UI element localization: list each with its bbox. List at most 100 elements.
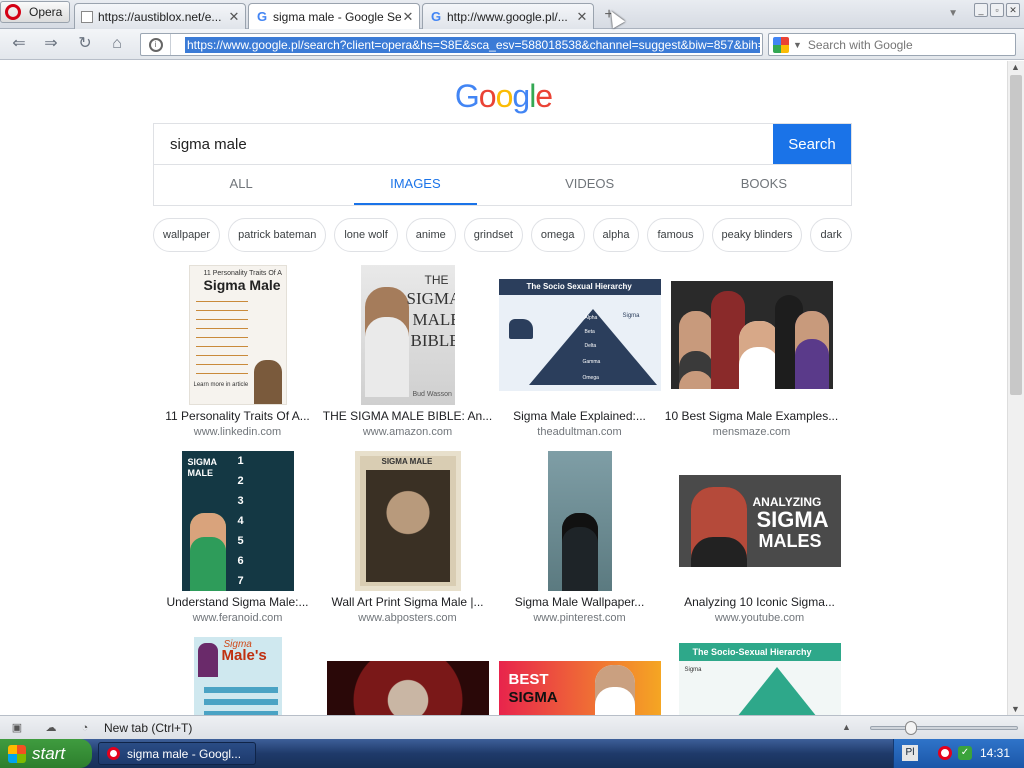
result-title[interactable]: THE SIGMA MALE BIBLE: An... (320, 409, 495, 423)
start-label: start (32, 743, 66, 763)
thumbnail-caption: SIGMA (187, 457, 218, 467)
chip-omega[interactable]: omega (530, 218, 585, 252)
image-result[interactable]: BEST SIGMA (492, 661, 667, 715)
result-source[interactable]: mensmaze.com (664, 426, 839, 438)
result-thumbnail[interactable]: BEST SIGMA (498, 661, 661, 715)
start-button[interactable]: start (0, 739, 92, 768)
taskbar-item-opera[interactable]: sigma male - Googl... (98, 742, 256, 765)
chip-famous[interactable]: famous (647, 218, 704, 252)
browser-search-box[interactable]: ▼ (768, 33, 1016, 56)
image-result[interactable] (320, 661, 495, 715)
thumbnail-caption: Sigma (684, 667, 702, 673)
result-source[interactable]: www.abposters.com (320, 612, 495, 624)
result-thumbnail[interactable]: THE SIGMA MALE BIBLE Bud Wasson (360, 265, 455, 405)
image-result[interactable]: ANALYZING SIGMA MALES Analyzing 10 Iconi… (672, 475, 847, 624)
image-result[interactable]: Sigma Male Wallpaper... www.pinterest.co… (492, 451, 667, 624)
tab-list-chevron-icon[interactable]: ▼ (948, 8, 958, 19)
google-search-button[interactable]: Search (773, 124, 851, 164)
language-indicator[interactable]: Pl (902, 745, 918, 761)
result-thumbnail[interactable]: SIGMA MALE (354, 451, 461, 591)
result-source[interactable]: theadultman.com (492, 426, 667, 438)
opera-tray-icon[interactable] (938, 746, 952, 760)
result-source[interactable]: www.amazon.com (320, 426, 495, 438)
result-thumbnail[interactable]: The Socio Sexual Hierarchy Alpha Beta De… (498, 279, 661, 391)
image-result[interactable]: 11 Personality Traits Of A Sigma Male Le… (150, 265, 325, 438)
browser-tab-3[interactable]: G http://www.google.pl/... ✕ (422, 3, 594, 29)
result-thumbnail[interactable]: SIGMA MALE 1 2 3 4 5 6 7 (181, 451, 294, 591)
tab-books[interactable]: BOOKS (677, 164, 851, 205)
result-thumbnail[interactable]: Sigma Male's (193, 637, 282, 715)
result-title[interactable]: Wall Art Print Sigma Male |... (320, 595, 495, 609)
result-title[interactable]: 11 Personality Traits Of A... (150, 409, 325, 423)
opera-menu-button[interactable]: Opera (0, 1, 70, 23)
result-source[interactable]: www.pinterest.com (492, 612, 667, 624)
scroll-down-icon[interactable]: ▼ (1011, 704, 1020, 714)
zoom-slider-handle[interactable] (905, 721, 917, 735)
result-title[interactable]: Sigma Male Explained:... (492, 409, 667, 423)
image-result[interactable]: SIGMA MALE Wall Art Print Sigma Male |..… (320, 451, 495, 624)
result-thumbnail[interactable] (670, 281, 833, 389)
cloud-icon[interactable]: ☁ (44, 721, 58, 735)
result-source[interactable]: www.linkedin.com (150, 426, 325, 438)
site-info-button[interactable]: i (141, 34, 171, 55)
result-thumbnail[interactable] (547, 451, 612, 591)
image-result[interactable]: The Socio-Sexual Hierarchy Sigma (672, 643, 847, 715)
back-button[interactable]: ⇐ (8, 34, 30, 54)
result-thumbnail[interactable] (326, 661, 489, 715)
image-result[interactable]: 10 Best Sigma Male Examples... mensmaze.… (664, 281, 839, 438)
result-title[interactable]: Sigma Male Wallpaper... (492, 595, 667, 609)
result-title[interactable]: Analyzing 10 Iconic Sigma... (672, 595, 847, 609)
minimize-button[interactable]: _ (974, 3, 988, 17)
thumbnail-caption: SIGMA MALE (381, 457, 433, 466)
reload-button[interactable]: ↻ (74, 34, 96, 54)
scroll-up-icon[interactable]: ▲ (1011, 62, 1020, 72)
chip-wallpaper[interactable]: wallpaper (153, 218, 221, 252)
clock[interactable]: 14:31 (980, 746, 1010, 760)
tab-all[interactable]: ALL (154, 164, 328, 205)
zoom-slider[interactable] (870, 721, 1018, 735)
result-source[interactable]: www.youtube.com (672, 612, 847, 624)
image-result[interactable]: Sigma Male's (150, 637, 325, 715)
chip-grindset[interactable]: grindset (463, 218, 523, 252)
chip-lone-wolf[interactable]: lone wolf (334, 218, 398, 252)
chip-peaky-blinders[interactable]: peaky blinders (711, 218, 803, 252)
google-search-engine-icon[interactable] (773, 36, 789, 53)
close-tab-icon[interactable]: ✕ (227, 9, 241, 25)
close-tab-icon[interactable]: ✕ (401, 9, 415, 25)
image-result[interactable]: SIGMA MALE 1 2 3 4 5 6 7 Understand Sigm… (150, 451, 325, 624)
google-logo[interactable]: Google (0, 78, 1007, 115)
scrollbar-thumb[interactable] (1010, 75, 1022, 395)
result-source[interactable]: www.feranoid.com (150, 612, 325, 624)
browser-tab-1[interactable]: https://austiblox.net/e... ✕ (74, 3, 246, 29)
chip-patrick-bateman[interactable]: patrick bateman (228, 218, 327, 252)
tab-images[interactable]: IMAGES (328, 164, 502, 205)
result-thumbnail[interactable]: 11 Personality Traits Of A Sigma Male Le… (188, 265, 287, 405)
result-thumbnail[interactable]: The Socio-Sexual Hierarchy Sigma (678, 643, 841, 715)
chip-dark[interactable]: dark (810, 218, 852, 252)
chevron-down-icon[interactable]: ▼ (793, 40, 802, 50)
restore-button[interactable]: ▫ (990, 3, 1004, 17)
tab-videos[interactable]: VIDEOS (503, 164, 677, 205)
close-tab-icon[interactable]: ✕ (575, 9, 589, 25)
browser-search-input[interactable] (807, 37, 988, 52)
chip-alpha[interactable]: alpha (592, 218, 640, 252)
speed-icon[interactable]: ◔ (78, 721, 92, 735)
panel-toggle-icon[interactable]: ▣ (10, 721, 24, 735)
google-search-input[interactable] (154, 124, 773, 164)
result-thumbnail[interactable]: ANALYZING SIGMA MALES (678, 475, 841, 567)
chip-anime[interactable]: anime (405, 218, 456, 252)
image-result[interactable]: THE SIGMA MALE BIBLE Bud Wasson THE SIGM… (320, 265, 495, 438)
zoom-menu-chevron-icon[interactable]: ▲ (842, 722, 851, 732)
address-bar[interactable]: i https://www.google.pl/search?client=op… (140, 33, 763, 56)
info-icon: i (148, 37, 163, 52)
result-title[interactable]: 10 Best Sigma Male Examples... (664, 409, 839, 423)
close-window-button[interactable]: ✕ (1006, 3, 1020, 17)
home-button[interactable]: ⌂ (106, 34, 128, 54)
forward-button[interactable]: ⇒ (40, 34, 62, 54)
security-shield-icon[interactable]: ✓ (958, 746, 972, 760)
page-scrollbar[interactable]: ▲ ▼ (1007, 61, 1024, 715)
result-title[interactable]: Understand Sigma Male:... (150, 595, 325, 609)
url-text[interactable]: https://www.google.pl/search?client=oper… (185, 36, 760, 53)
browser-tab-2[interactable]: G sigma male - Google Se... ✕ (248, 3, 420, 30)
image-result[interactable]: The Socio Sexual Hierarchy Alpha Beta De… (492, 279, 667, 438)
